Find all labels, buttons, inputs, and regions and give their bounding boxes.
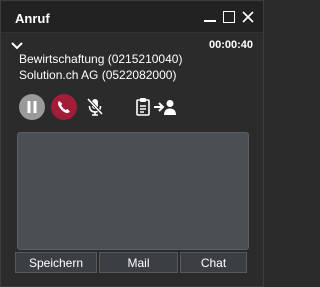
transfer-document-icon (136, 98, 150, 116)
call-party-1: Bewirtschaftung (0215210040) (19, 52, 183, 66)
pause-button[interactable] (19, 94, 45, 120)
hangup-button[interactable] (51, 94, 77, 120)
call-party-2: Solution.ch AG (0522082000) (19, 68, 177, 82)
hangup-icon (58, 101, 70, 114)
mute-button[interactable] (82, 94, 108, 120)
pause-icon (27, 101, 37, 113)
transfer-person-icon (154, 100, 176, 115)
window-title: Anruf (15, 11, 50, 26)
bottom-actions: Speichern Mail Chat (15, 252, 249, 273)
title-bar: Anruf (1, 1, 263, 33)
call-timer: 00:00:40 (208, 39, 253, 51)
close-icon[interactable] (241, 10, 255, 24)
transfer-person-button[interactable] (152, 94, 180, 120)
minimize-icon[interactable] (203, 10, 217, 24)
mute-icon (86, 97, 104, 116)
maximize-icon[interactable] (222, 10, 236, 24)
chat-button[interactable]: Chat (180, 252, 247, 273)
chevron-down-icon[interactable] (10, 39, 24, 51)
save-button[interactable]: Speichern (15, 252, 97, 273)
call-window: Anruf 00:00:40 Bewirtschaftung (02152100… (0, 0, 264, 287)
mail-button[interactable]: Mail (99, 252, 178, 273)
notes-textarea[interactable] (17, 132, 249, 250)
